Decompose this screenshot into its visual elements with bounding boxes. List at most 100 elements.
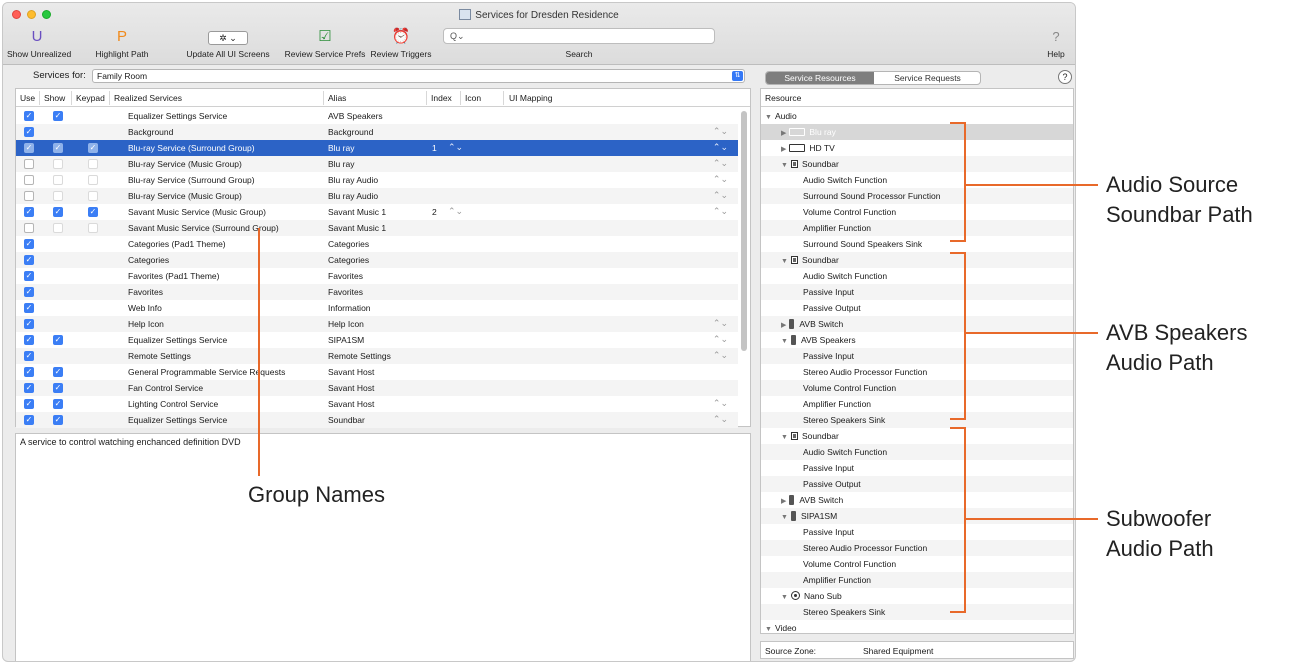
review-service-prefs-button[interactable]: ☑ Review Service Prefs (279, 27, 371, 59)
use-checkbox[interactable]: ✓ (24, 127, 34, 137)
tree-item[interactable]: Volume Control Function (761, 204, 1073, 220)
disclosure-open-icon[interactable]: ▼ (781, 594, 788, 601)
tree-item[interactable]: Passive Output (761, 476, 1073, 492)
tree-item[interactable]: ▼ Soundbar (761, 156, 1073, 172)
tree-item[interactable]: ▼ Video (761, 620, 1073, 636)
tree-item[interactable]: Surround Sound Processor Function (761, 188, 1073, 204)
use-checkbox[interactable]: ✓ (24, 415, 34, 425)
help-question-icon[interactable]: ? (1058, 70, 1072, 84)
keypad-checkbox[interactable] (88, 159, 98, 169)
ui-mapping-stepper-icon[interactable]: ⌃⌄ (713, 206, 728, 217)
use-checkbox[interactable]: ✓ (24, 143, 34, 153)
table-row[interactable]: ✓ Favorites Favorites (16, 284, 738, 300)
keypad-checkbox[interactable] (88, 175, 98, 185)
ui-mapping-stepper-icon[interactable]: ⌃⌄ (713, 126, 728, 137)
col-index[interactable]: Index (431, 93, 452, 103)
show-checkbox[interactable]: ✓ (53, 415, 63, 425)
keypad-checkbox[interactable] (88, 223, 98, 233)
tree-item[interactable]: Passive Input (761, 284, 1073, 300)
table-row[interactable]: Blu-ray Service (Music Group) Blu ray ⌃⌄ (16, 156, 738, 172)
col-ui-mapping[interactable]: UI Mapping (509, 93, 552, 103)
tree-item[interactable]: Stereo Audio Processor Function (761, 540, 1073, 556)
use-checkbox[interactable]: ✓ (24, 383, 34, 393)
table-row[interactable]: ✓ Categories (Pad1 Theme) Categories (16, 236, 738, 252)
keypad-checkbox[interactable]: ✓ (88, 143, 98, 153)
ui-mapping-stepper-icon[interactable]: ⌃⌄ (713, 142, 728, 153)
disclosure-closed-icon[interactable]: ▶ (781, 498, 786, 505)
index-stepper-icon[interactable]: ⌃⌄ (448, 142, 463, 153)
tree-item[interactable]: Passive Input (761, 524, 1073, 540)
tree-item[interactable]: Volume Control Function (761, 380, 1073, 396)
tree-item[interactable]: ▼ SIPA1SM (761, 508, 1073, 524)
tree-item[interactable]: ▶ AVB Switch (761, 492, 1073, 508)
table-row[interactable]: Savant Music Service (Surround Group) Sav… (16, 220, 738, 236)
use-checkbox[interactable]: ✓ (24, 255, 34, 265)
tree-item[interactable]: Stereo Audio Processor Function (761, 364, 1073, 380)
ui-mapping-stepper-icon[interactable]: ⌃⌄ (713, 174, 728, 185)
ui-mapping-stepper-icon[interactable]: ⌃⌄ (713, 318, 728, 329)
tree-item[interactable]: Audio Switch Function (761, 268, 1073, 284)
tab-service-resources[interactable]: Service Resources (766, 72, 874, 84)
tree-item[interactable]: Volume Control Function (761, 556, 1073, 572)
tree-item[interactable]: Passive Input (761, 348, 1073, 364)
show-unrealized-button[interactable]: U Show Unrealized (7, 27, 71, 59)
use-checkbox[interactable] (24, 223, 34, 233)
disclosure-open-icon[interactable]: ▼ (765, 626, 772, 633)
col-realized-services[interactable]: Realized Services (114, 93, 182, 103)
use-checkbox[interactable]: ✓ (24, 367, 34, 377)
table-row[interactable]: ✓ ✓ Fan Control Service Savant Host (16, 380, 738, 396)
ui-mapping-stepper-icon[interactable]: ⌃⌄ (713, 334, 728, 345)
disclosure-closed-icon[interactable]: ▶ (781, 322, 786, 329)
use-checkbox[interactable]: ✓ (24, 335, 34, 345)
show-checkbox[interactable]: ✓ (53, 207, 63, 217)
col-use[interactable]: Use (20, 93, 35, 103)
highlight-path-button[interactable]: P Highlight Path (90, 27, 154, 59)
show-checkbox[interactable]: ✓ (53, 335, 63, 345)
tree-item[interactable]: ▶ AVB Switch (761, 316, 1073, 332)
tree-item[interactable]: ▼ Soundbar (761, 252, 1073, 268)
table-row[interactable]: ✓ ✓ General Programmable Service Requests S… (16, 364, 738, 380)
disclosure-closed-icon[interactable]: ▶ (781, 130, 786, 137)
use-checkbox[interactable]: ✓ (24, 399, 34, 409)
tree-item[interactable]: ▶ Blu ray (761, 124, 1073, 140)
show-checkbox[interactable] (53, 175, 63, 185)
disclosure-open-icon[interactable]: ▼ (765, 114, 772, 121)
show-checkbox[interactable]: ✓ (53, 143, 63, 153)
disclosure-open-icon[interactable]: ▼ (781, 162, 788, 169)
disclosure-closed-icon[interactable]: ▶ (781, 146, 786, 153)
tree-item[interactable]: ▼ Soundbar (761, 428, 1073, 444)
index-stepper-icon[interactable]: ⌃⌄ (448, 206, 463, 217)
table-row[interactable]: ✓ ✓ Equalizer Settings Service AVB Speakers (16, 108, 738, 124)
use-checkbox[interactable]: ✓ (24, 207, 34, 217)
tree-item[interactable]: Amplifier Function (761, 396, 1073, 412)
table-row[interactable]: ✓ ✓ Equalizer Settings Service Soundbar ⌃⌄ (16, 412, 738, 428)
keypad-checkbox[interactable] (88, 191, 98, 201)
use-checkbox[interactable] (24, 191, 34, 201)
col-keypad[interactable]: Keypad (76, 93, 105, 103)
tree-item[interactable]: Passive Input (761, 460, 1073, 476)
table-row[interactable]: ✓ ✓ Lighting Control Service Savant Host ⌃⌄ (16, 396, 738, 412)
use-checkbox[interactable] (24, 175, 34, 185)
table-row[interactable]: ✓ Help Icon Help Icon ⌃⌄ (16, 316, 738, 332)
use-checkbox[interactable]: ✓ (24, 351, 34, 361)
tree-item[interactable]: Amplifier Function (761, 572, 1073, 588)
services-for-select[interactable]: Family Room ⇅ (92, 69, 745, 83)
use-checkbox[interactable]: ✓ (24, 239, 34, 249)
table-row[interactable]: ✓ Web Info Information (16, 300, 738, 316)
disclosure-open-icon[interactable]: ▼ (781, 514, 788, 521)
ui-mapping-stepper-icon[interactable]: ⌃⌄ (713, 414, 728, 425)
use-checkbox[interactable]: ✓ (24, 303, 34, 313)
tree-item[interactable]: Passive Output (761, 300, 1073, 316)
ui-mapping-stepper-icon[interactable]: ⌃⌄ (713, 350, 728, 361)
search-input[interactable]: Q⌄ (443, 28, 715, 44)
table-scrollbar[interactable] (741, 111, 747, 351)
ui-mapping-stepper-icon[interactable]: ⌃⌄ (713, 158, 728, 169)
use-checkbox[interactable]: ✓ (24, 319, 34, 329)
ui-mapping-stepper-icon[interactable]: ⌃⌄ (713, 398, 728, 409)
table-row[interactable]: ✓ ✓ ✓ Savant Music Service (Music Group) Sav… (16, 204, 738, 220)
update-ui-screens-button[interactable]: ✲ ⌄ Update All UI Screens (183, 27, 273, 59)
tree-item[interactable]: Amplifier Function (761, 220, 1073, 236)
show-checkbox[interactable] (53, 223, 63, 233)
tab-service-requests[interactable]: Service Requests (874, 72, 980, 84)
disclosure-open-icon[interactable]: ▼ (781, 434, 788, 441)
